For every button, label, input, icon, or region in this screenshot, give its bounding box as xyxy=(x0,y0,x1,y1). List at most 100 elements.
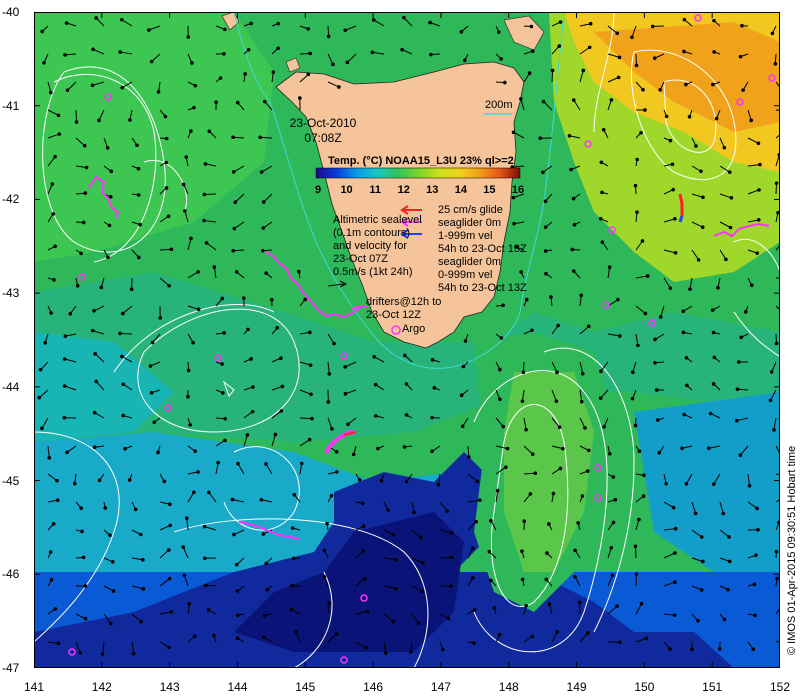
velocity-arrow-head xyxy=(234,562,239,567)
velocity-arrow-head xyxy=(232,226,237,231)
velocity-arrow-head xyxy=(754,553,758,557)
velocity-arrow-head xyxy=(696,618,700,623)
velocity-arrow-head xyxy=(721,511,726,516)
velocity-arrow-head xyxy=(599,369,603,374)
velocity-arrow-head xyxy=(610,573,615,578)
velocity-arrow-head xyxy=(262,635,266,640)
velocity-arrow-head xyxy=(403,353,407,358)
drifter-legend: drifters@12h to 23-Oct 12Z xyxy=(366,296,441,322)
velocity-arrow-head xyxy=(294,629,299,634)
velocity-arrow-head xyxy=(334,632,339,636)
velocity-arrow-head xyxy=(611,520,616,525)
velocity-arrow-head xyxy=(671,187,675,192)
colorbar-tick-label: 12 xyxy=(397,184,410,196)
y-tick-label: -45 xyxy=(2,473,20,488)
velocity-arrow-head xyxy=(94,16,98,20)
velocity-arrow-head xyxy=(92,445,97,449)
velocity-arrow-head xyxy=(774,181,779,186)
velocity-arrow-head xyxy=(196,307,201,312)
velocity-arrow-head xyxy=(429,52,433,57)
velocity-arrow-head xyxy=(230,497,235,502)
velocity-arrow-head xyxy=(164,186,169,190)
velocity-arrow-head xyxy=(386,508,390,512)
velocity-arrow-head xyxy=(307,330,312,335)
velocity-arrow-head xyxy=(192,490,196,495)
velocity-arrow-head xyxy=(92,410,97,415)
velocity-arrow-head xyxy=(391,619,396,624)
velocity-arrow-head xyxy=(587,448,591,453)
velocity-arrow-head xyxy=(167,283,171,288)
velocity-arrow-head xyxy=(538,136,543,140)
velocity-arrow-head xyxy=(40,29,44,34)
velocity-arrow-head xyxy=(110,559,115,564)
velocity-arrow-head xyxy=(220,362,224,366)
y-tick-label: -46 xyxy=(2,567,20,582)
velocity-arrow-head xyxy=(459,393,464,398)
velocity-arrow-head xyxy=(334,449,339,454)
velocity-arrow-head xyxy=(123,446,127,451)
velocity-arrow-head xyxy=(501,303,505,308)
velocity-arrow-head xyxy=(673,580,677,584)
velocity-arrow-head xyxy=(558,466,563,471)
velocity-arrow-head xyxy=(474,519,478,524)
velocity-arrow-head xyxy=(700,225,705,230)
velocity-arrow-head xyxy=(260,248,265,253)
velocity-arrow-head xyxy=(416,621,421,625)
velocity-arrow-head xyxy=(739,335,744,340)
velocity-arrow-head xyxy=(166,214,171,219)
velocity-arrow-head xyxy=(579,293,584,298)
velocity-arrow-head xyxy=(379,478,384,483)
legend-line: (0.1m contours) xyxy=(333,227,411,239)
velocity-arrow-head xyxy=(755,251,759,255)
velocity-arrow-head xyxy=(524,297,529,302)
velocity-arrow-head xyxy=(204,583,208,588)
velocity-arrow-head xyxy=(147,28,151,32)
velocity-arrow-head xyxy=(774,341,779,346)
velocity-arrow-head xyxy=(684,481,689,486)
velocity-arrow-head xyxy=(120,354,124,359)
velocity-arrow-head xyxy=(79,506,83,510)
velocity-arrow-head xyxy=(496,30,501,34)
velocity-arrow-head xyxy=(724,257,728,262)
velocity-arrow-head xyxy=(547,602,552,606)
velocity-arrow-head xyxy=(207,129,212,134)
velocity-arrow-head xyxy=(357,478,362,482)
velocity-arrow-head xyxy=(202,192,207,197)
velocity-arrow-head xyxy=(345,60,350,65)
velocity-arrow-head xyxy=(97,478,102,483)
velocity-arrow-head xyxy=(499,57,503,61)
velocity-arrow-head xyxy=(327,601,331,605)
velocity-arrow-head xyxy=(306,72,311,77)
velocity-arrow-head xyxy=(617,55,622,60)
velocity-arrow-head xyxy=(501,424,506,429)
velocity-arrow-head xyxy=(633,183,638,188)
velocity-arrow-head xyxy=(62,357,67,361)
velocity-arrow-head xyxy=(91,47,95,52)
velocity-arrow-head xyxy=(673,217,677,221)
velocity-arrow-head xyxy=(505,446,510,451)
velocity-arrow-head xyxy=(487,549,492,554)
velocity-arrow-head xyxy=(580,494,585,498)
velocity-arrow-head xyxy=(445,509,450,513)
velocity-arrow-head xyxy=(167,576,172,581)
velocity-arrow-head xyxy=(164,136,169,141)
velocity-arrow-head xyxy=(699,535,704,539)
velocity-arrow-head xyxy=(222,52,226,56)
velocity-arrow-head xyxy=(583,426,587,430)
velocity-arrow-head xyxy=(162,479,167,484)
velocity-arrow-head xyxy=(740,23,744,28)
velocity-arrow-head xyxy=(472,608,477,612)
velocity-arrow-head xyxy=(72,481,77,486)
velocity-arrow-head xyxy=(262,99,267,104)
velocity-arrow-head xyxy=(680,446,684,451)
altimetry-legend: Altimetric sealevel (0.1m contours) and ve… xyxy=(333,214,422,279)
velocity-arrow-head xyxy=(653,360,657,365)
velocity-arrow-head xyxy=(653,337,657,342)
velocity-arrow-head xyxy=(261,200,266,204)
velocity-arrow-head xyxy=(717,647,722,651)
velocity-arrow-head xyxy=(374,414,378,418)
velocity-arrow-head xyxy=(261,226,266,230)
velocity-arrow-head xyxy=(188,422,192,427)
velocity-arrow-head xyxy=(150,340,155,345)
velocity-arrow-head xyxy=(642,473,646,478)
